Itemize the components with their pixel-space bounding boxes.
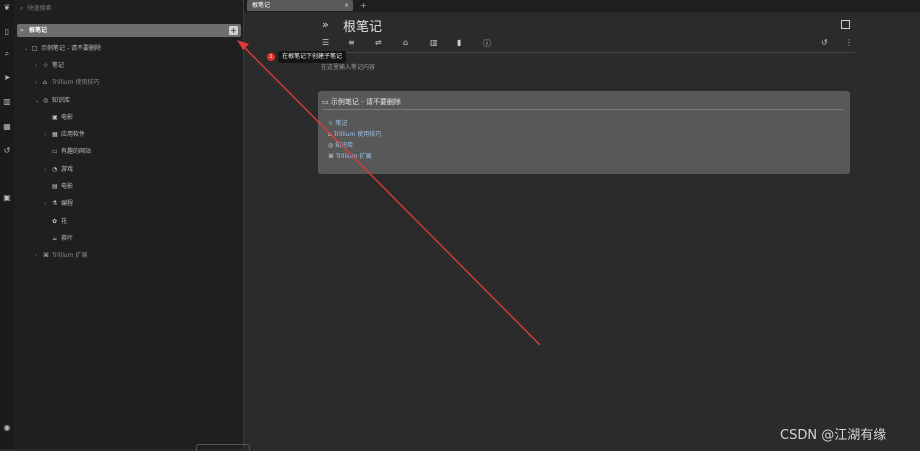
annotation-arrow <box>237 40 541 346</box>
